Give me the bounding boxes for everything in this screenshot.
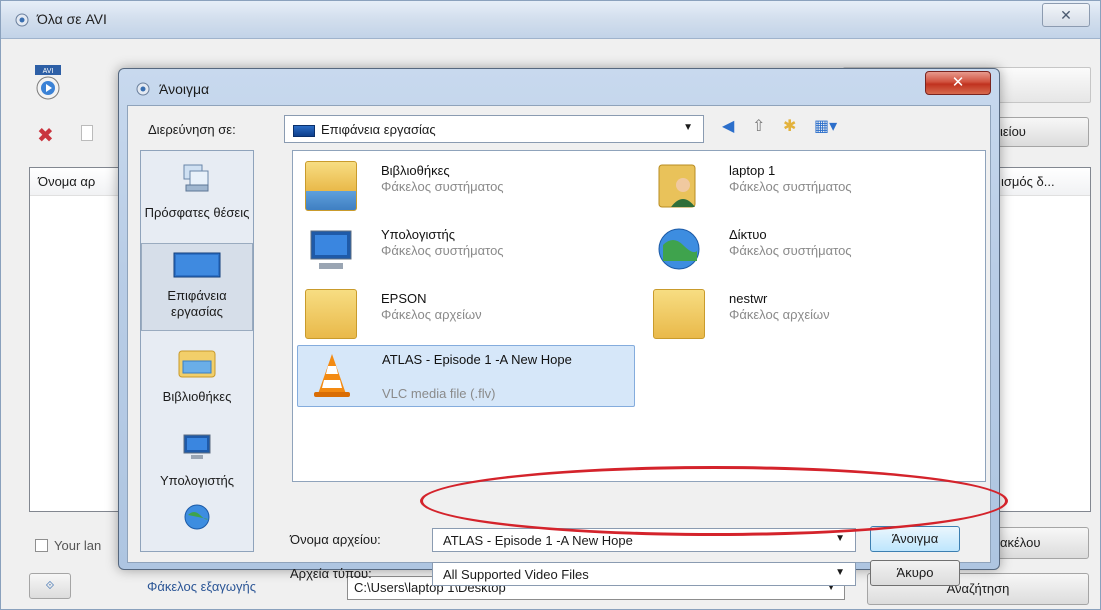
file-item-selected[interactable]: ATLAS - Episode 1 -A New Hope VLC media … xyxy=(297,345,635,407)
avi-file-icon[interactable]: AVI xyxy=(33,63,63,103)
document-icon[interactable] xyxy=(81,125,93,141)
chevron-down-icon[interactable]: ▼ xyxy=(683,122,693,133)
app-titlebar: Όλα σε AVI ✕ xyxy=(1,1,1100,39)
libraries-folder-icon xyxy=(305,161,357,211)
computer-icon xyxy=(183,434,211,459)
place-computer[interactable]: Υπολογιστής xyxy=(141,433,253,489)
place-label: Επιφάνεια εργασίας xyxy=(167,288,227,319)
filetype-select[interactable]: All Supported Video Files ▼ xyxy=(432,562,856,586)
file-item[interactable]: Υπολογιστής Φάκελος συστήματος xyxy=(297,221,627,279)
network-icon xyxy=(184,504,210,530)
avi-badge-text: AVI xyxy=(43,68,54,75)
file-name: ATLAS - Episode 1 -A New Hope xyxy=(382,352,572,367)
file-type: Φάκελος συστήματος xyxy=(381,179,504,194)
open-button[interactable]: Άνοιγμα xyxy=(870,526,960,552)
app-logo-icon xyxy=(15,13,29,27)
place-label: Πρόσφατες θέσεις xyxy=(144,205,250,220)
network-icon xyxy=(658,228,700,270)
filetype-label: Αρχεία τύπου: xyxy=(290,566,372,581)
computer-icon xyxy=(310,230,352,269)
filename-value: ATLAS - Episode 1 -A New Hope xyxy=(443,533,633,548)
desktop-icon xyxy=(173,252,221,278)
look-in-value: Επιφάνεια εργασίας xyxy=(321,122,436,137)
file-item[interactable]: nestwr Φάκελος αρχείων xyxy=(645,285,975,343)
chevron-down-icon[interactable]: ▼ xyxy=(835,533,845,544)
folder-icon xyxy=(653,289,705,339)
up-folder-icon[interactable]: ⇧ xyxy=(752,116,765,136)
dialog-body: Διερεύνηση σε: Επιφάνεια εργασίας ▼ ◀ ⇧ … xyxy=(127,105,991,586)
file-item[interactable]: EPSON Φάκελος αρχείων xyxy=(297,285,627,343)
place-desktop[interactable]: Επιφάνεια εργασίας xyxy=(141,243,253,331)
filetype-value: All Supported Video Files xyxy=(443,567,589,582)
place-libraries[interactable]: Βιβλιοθήκες xyxy=(141,347,253,405)
language-label: Your lan xyxy=(54,538,102,553)
user-folder-icon xyxy=(658,164,696,208)
app-side-button-top[interactable]: ιείου xyxy=(991,117,1089,147)
place-label: Βιβλιοθήκες xyxy=(162,389,232,404)
chevron-down-icon[interactable]: ▼ xyxy=(835,567,845,578)
view-menu-icon[interactable]: ▦▾ xyxy=(814,116,837,136)
filename-label: Όνομα αρχείου: xyxy=(290,532,381,547)
look-in-label: Διερεύνηση σε: xyxy=(148,122,236,137)
place-network[interactable] xyxy=(141,503,253,543)
dialog-icon xyxy=(136,82,150,96)
new-folder-icon[interactable]: ✱ xyxy=(783,116,796,136)
file-type: Φάκελος συστήματος xyxy=(729,179,852,194)
file-item[interactable]: Βιβλιοθήκες Φάκελος συστήματος xyxy=(297,157,627,215)
dialog-title: Άνοιγμα xyxy=(159,81,210,97)
file-type: Φάκελος συστήματος xyxy=(729,243,852,258)
app-title: Όλα σε AVI xyxy=(37,11,107,27)
vlc-cone-icon xyxy=(314,354,350,397)
recent-places-icon xyxy=(183,164,209,192)
dialog-close-button[interactable]: ✕ xyxy=(925,71,991,95)
file-name: Βιβλιοθήκες xyxy=(381,163,450,178)
back-icon[interactable]: ◀ xyxy=(722,116,734,136)
file-name: Υπολογιστής xyxy=(381,227,456,242)
app-side-button-bottom[interactable]: ακέλου xyxy=(991,527,1089,559)
place-recent[interactable]: Πρόσφατες θέσεις xyxy=(141,161,253,221)
file-type: Φάκελος αρχείων xyxy=(381,307,482,322)
file-type: Φάκελος αρχείων xyxy=(729,307,830,322)
cancel-button[interactable]: Άκυρο xyxy=(870,560,960,586)
file-name: Δίκτυο xyxy=(729,227,767,242)
export-folder-label: Φάκελος εξαγωγής xyxy=(147,579,257,594)
column-header-right[interactable]: ισμός δ... xyxy=(994,168,1090,196)
file-name: EPSON xyxy=(381,291,427,306)
place-label: Υπολογιστής xyxy=(159,473,234,488)
file-type: VLC media file (.flv) xyxy=(382,386,496,401)
folder-browse-icon[interactable]: ⟐ xyxy=(29,573,71,599)
navigation-toolbar: ◀ ⇧ ✱ ▦▾ xyxy=(722,116,851,142)
open-dialog: Άνοιγμα ✕ Διερεύνηση σε: Επιφάνεια εργασ… xyxy=(118,68,1000,586)
file-type: Φάκελος συστήματος xyxy=(381,243,504,258)
places-bar: Πρόσφατες θέσεις Επιφάνεια εργασίας Βιβλ… xyxy=(140,150,254,552)
desktop-icon xyxy=(293,125,315,137)
app-close-button[interactable]: ✕ xyxy=(1042,3,1090,27)
file-name: nestwr xyxy=(729,291,768,306)
language-checkbox[interactable]: Your lan xyxy=(35,538,101,553)
file-item[interactable]: Δίκτυο Φάκελος συστήματος xyxy=(645,221,975,279)
checkbox-box[interactable] xyxy=(35,539,48,552)
filename-input[interactable]: ATLAS - Episode 1 -A New Hope ▼ xyxy=(432,528,856,552)
file-list[interactable]: Βιβλιοθήκες Φάκελος συστήματος laptop 1 … xyxy=(292,150,986,482)
look-in-combo[interactable]: Επιφάνεια εργασίας ▼ xyxy=(284,115,704,143)
file-name: laptop 1 xyxy=(729,163,776,178)
folder-icon xyxy=(305,289,357,339)
file-item[interactable]: laptop 1 Φάκελος συστήματος xyxy=(645,157,975,215)
remove-icon[interactable]: ✖ xyxy=(37,123,54,148)
libraries-icon xyxy=(178,350,216,378)
